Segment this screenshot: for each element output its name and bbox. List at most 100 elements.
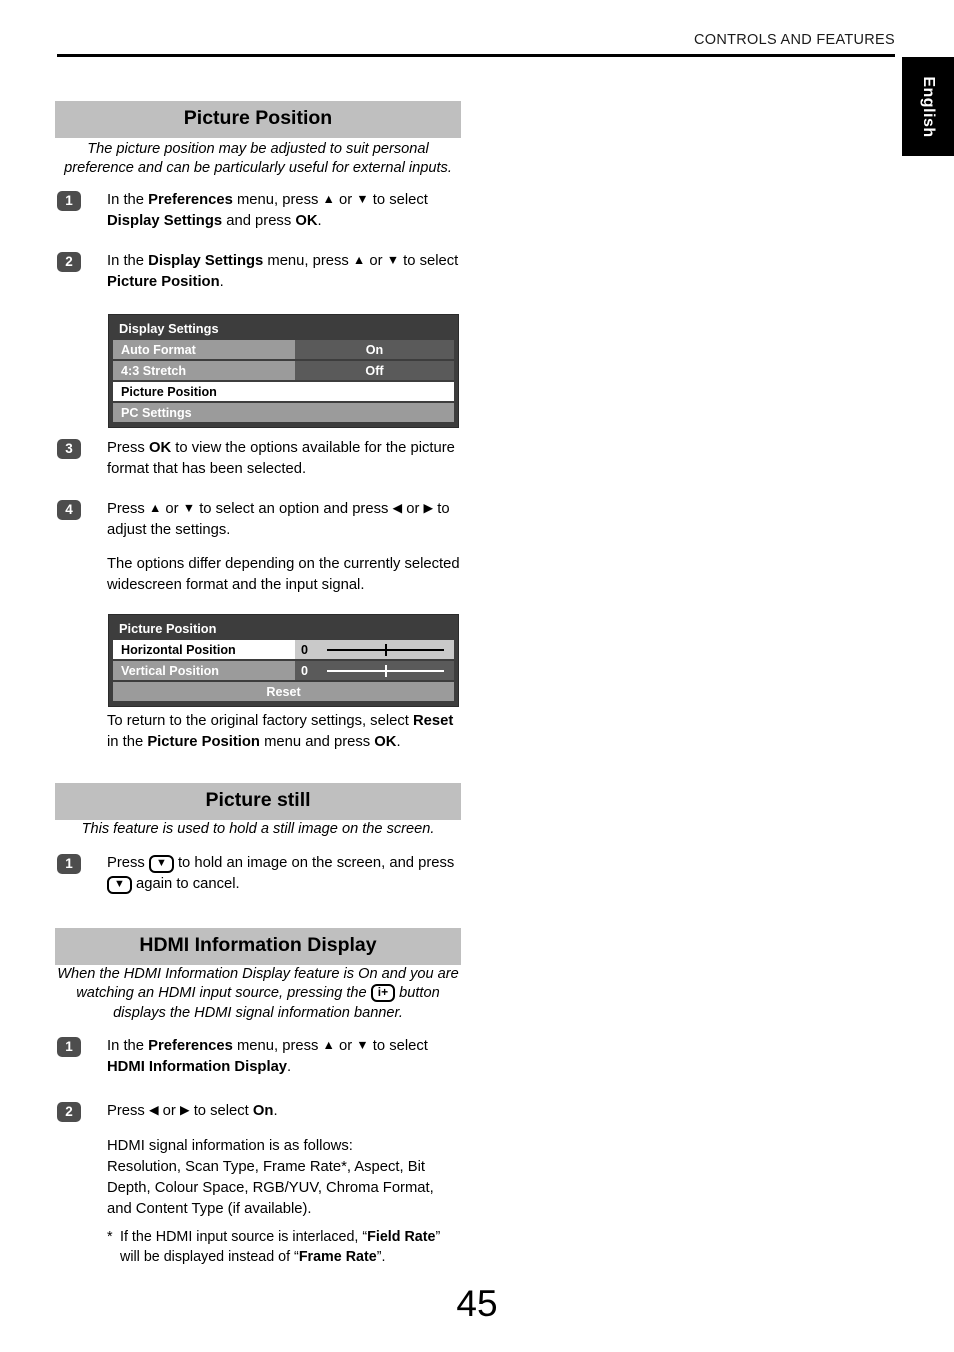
step-1-picture-still: 1 Press ▼ to hold an image on the screen… xyxy=(55,853,461,895)
section-heading-picture-position: Picture Position xyxy=(55,101,461,138)
t: in the xyxy=(107,734,148,750)
osd-row-value: On xyxy=(295,340,454,359)
t: Press xyxy=(107,1103,149,1119)
t-bold: Display Settings xyxy=(148,253,264,269)
t: to select xyxy=(399,253,459,269)
step-1-hdmi-text: In the Preferences menu, press ▲ or ▼ to… xyxy=(107,1036,461,1078)
slider-value: 0 xyxy=(301,642,309,657)
page-number: 45 xyxy=(456,1283,498,1324)
footnote-marker: * xyxy=(107,1229,113,1245)
step-number-badge: 2 xyxy=(57,1102,81,1122)
t: and press xyxy=(222,213,296,229)
step-3-text: Press OK to view the options available f… xyxy=(107,438,461,480)
manual-page: CONTROLS AND FEATURES English Picture Po… xyxy=(0,0,954,1352)
osd-row-horizontal-position[interactable]: Horizontal Position 0 xyxy=(113,640,454,659)
step-1-hdmi-info: 1 In the Preferences menu, press ▲ or ▼ … xyxy=(55,1036,461,1078)
osd-picture-position: Picture Position Horizontal Position 0 V… xyxy=(108,614,459,707)
t: Press xyxy=(107,855,149,871)
t-bold: Preferences xyxy=(148,1038,233,1054)
t: . xyxy=(219,274,224,290)
down-arrow-icon: ▼ xyxy=(386,253,400,267)
osd-row-43-stretch[interactable]: 4:3 Stretch Off xyxy=(113,361,454,380)
step-3-press-ok: 3 Press OK to view the options available… xyxy=(55,438,461,480)
intro-hdmi-information-display: When the HDMI Information Display featur… xyxy=(55,965,461,1023)
down-arrow-icon: ▼ xyxy=(356,1038,369,1052)
t-bold: Picture Position xyxy=(107,274,220,290)
t: If the HDMI input source is interlaced, … xyxy=(120,1229,368,1245)
slider-thumb[interactable] xyxy=(384,664,387,677)
osd-row-pc-settings[interactable]: PC Settings xyxy=(113,403,454,422)
up-arrow-icon: ▲ xyxy=(148,501,162,515)
step-4-adjust-settings: 4 Press ▲ or ▼ to select an option and p… xyxy=(55,499,461,541)
osd-title: Display Settings xyxy=(119,321,219,336)
osd-row-label: 4:3 Stretch xyxy=(113,361,295,380)
t: In the xyxy=(107,192,149,208)
t: In the xyxy=(107,253,149,269)
t-bold: Field Rate xyxy=(367,1229,436,1245)
osd-row-value: Off xyxy=(295,361,454,380)
t: to select an option and press xyxy=(195,501,393,517)
t: menu and press xyxy=(259,734,375,750)
right-arrow-icon: ▶ xyxy=(423,501,434,515)
osd-row-picture-position[interactable]: Picture Position xyxy=(113,382,454,401)
t: menu, press xyxy=(263,253,353,269)
osd-row-vertical-position[interactable]: Vertical Position 0 xyxy=(113,661,454,680)
step-number-badge: 1 xyxy=(57,1037,81,1057)
horizontal-position-slider[interactable] xyxy=(323,643,448,656)
up-arrow-icon: ▲ xyxy=(322,192,335,206)
osd-row-value[interactable]: 0 xyxy=(295,640,454,659)
step-2-picture-position: 2 In the Display Settings menu, press ▲ … xyxy=(55,251,461,293)
t: menu, press xyxy=(232,1038,323,1054)
t-bold: Reset xyxy=(412,713,454,729)
t: or xyxy=(334,192,357,208)
down-arrow-key-icon: ▼ xyxy=(148,855,174,873)
step-1-picture-still-text: Press ▼ to hold an image on the screen, … xyxy=(107,853,461,895)
t: to hold an image on the screen, and pres… xyxy=(173,855,455,871)
t-bold: Picture Position xyxy=(147,734,260,750)
up-arrow-icon: ▲ xyxy=(352,253,366,267)
t: again to cancel. xyxy=(131,876,240,892)
footnote-text: If the HDMI input source is interlaced, … xyxy=(107,1228,461,1267)
step-number-badge: 2 xyxy=(57,252,81,272)
t-bold: OK xyxy=(295,213,318,229)
t: or xyxy=(365,253,387,269)
t: . xyxy=(273,1103,278,1119)
t: to select xyxy=(189,1103,253,1119)
t: In the xyxy=(107,1038,149,1054)
t-bold: Preferences xyxy=(148,192,233,208)
t-bold: On xyxy=(252,1103,274,1119)
slider-thumb[interactable] xyxy=(384,643,387,656)
t: Press xyxy=(107,501,149,517)
left-arrow-icon: ◀ xyxy=(148,1103,159,1117)
step-2-hdmi-text: Press ◀ or ▶ to select On. xyxy=(107,1101,461,1122)
step-4-text: Press ▲ or ▼ to select an option and pre… xyxy=(107,499,461,541)
intro-picture-still: This feature is used to hold a still ima… xyxy=(81,821,435,837)
right-arrow-icon: ▶ xyxy=(179,1103,190,1117)
t-bold: Frame Rate xyxy=(298,1248,377,1265)
down-arrow-icon: ▼ xyxy=(182,501,196,515)
info-plus-key-icon: i+ xyxy=(370,984,396,1003)
language-tab-label: English xyxy=(920,75,937,138)
osd-row-label: Vertical Position xyxy=(113,661,295,680)
t: . xyxy=(287,1059,292,1075)
t: or xyxy=(158,1103,180,1119)
step-number-badge: 1 xyxy=(57,854,81,874)
osd-display-settings: Display Settings Auto Format On 4:3 Stre… xyxy=(108,314,459,428)
t-bold: Display Settings xyxy=(107,213,223,229)
step-4-note: The options differ depending on the curr… xyxy=(107,556,460,593)
vertical-position-slider[interactable] xyxy=(323,664,448,677)
slider-value: 0 xyxy=(301,663,309,678)
step-2-hdmi-select-on: 2 Press ◀ or ▶ to select On. xyxy=(55,1101,461,1122)
section-heading-picture-still: Picture still xyxy=(55,783,461,820)
t: To return to the original factory settin… xyxy=(107,713,413,729)
t: Press xyxy=(107,440,149,456)
t-bold: OK xyxy=(148,440,172,456)
osd-row-value[interactable]: 0 xyxy=(295,661,454,680)
osd-row-reset[interactable]: Reset xyxy=(113,682,454,701)
t: or xyxy=(402,501,424,517)
step-number-badge: 3 xyxy=(57,439,81,459)
header-rule xyxy=(57,54,895,57)
step-2-text: In the Display Settings menu, press ▲ or… xyxy=(107,251,461,293)
osd-row-auto-format[interactable]: Auto Format On xyxy=(113,340,454,359)
down-arrow-icon: ▼ xyxy=(356,192,369,206)
